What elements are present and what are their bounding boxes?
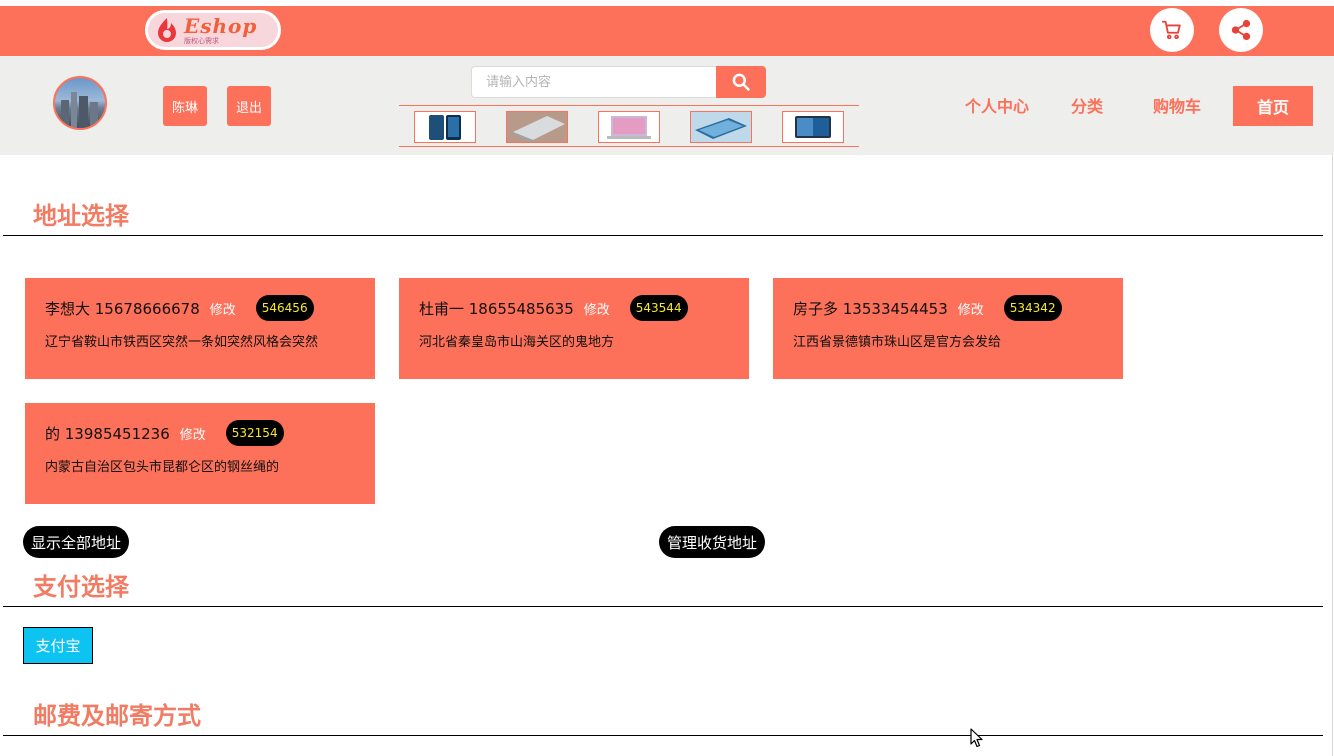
address-name-phone: 房子多 13533454453 (793, 299, 948, 318)
address-edit-link[interactable]: 修改 (958, 299, 984, 318)
zip-badge: 532154 (225, 420, 284, 446)
shipping-section-title: 邮费及邮寄方式 (33, 702, 201, 730)
address-text: 江西省景德镇市珠山区是官方会发给 (793, 335, 1002, 350)
address-section-title: 地址选择 (33, 202, 129, 230)
thumbnail-laptop-pink[interactable] (598, 111, 660, 143)
shipping-divider (3, 735, 1323, 736)
tablet-dark-image (795, 116, 831, 138)
page-edge-line (1332, 155, 1333, 756)
tablet-blue-image (691, 112, 751, 142)
payment-section-title: 支付选择 (33, 573, 129, 601)
cart-button[interactable] (1150, 8, 1194, 52)
address-name-phone: 杜甫一 18655485635 (419, 299, 574, 318)
product-thumbnail-strip (399, 105, 859, 147)
address-card[interactable]: 李想大 15678666678 修改 546456 辽宁省鞍山市铁西区突然一条如… (25, 278, 375, 379)
nav-link-cart[interactable]: 购物车 (1153, 93, 1201, 117)
thumbnail-laptop-silver[interactable] (506, 111, 568, 143)
thumbnail-tablet-dark[interactable] (782, 111, 844, 143)
logo-subtext: 版权心需求 (184, 36, 219, 45)
address-text: 河北省秦皇岛市山海关区的鬼地方 (419, 335, 615, 350)
zip-badge: 543544 (629, 295, 688, 321)
address-card[interactable]: 房子多 13533454453 修改 534342 江西省景德镇市珠山区是官方会… (773, 278, 1123, 379)
logout-button[interactable]: 退出 (227, 86, 271, 126)
nav-link-personal-center[interactable]: 个人中心 (965, 93, 1029, 117)
share-button[interactable] (1219, 8, 1263, 52)
address-card[interactable]: 杜甫一 18655485635 修改 543544 河北省秦皇岛市山海关区的鬼地… (399, 278, 749, 379)
address-edit-link[interactable]: 修改 (180, 424, 206, 443)
thumbnail-phone[interactable] (414, 111, 476, 143)
search-icon (732, 73, 750, 91)
share-icon (1231, 19, 1251, 41)
address-name-phone: 的 13985451236 (45, 424, 170, 443)
address-edit-link[interactable]: 修改 (584, 299, 610, 318)
address-text: 内蒙古自治区包头市昆都仑区的钢丝绳的 (45, 460, 280, 475)
thumbnail-tablet-blue[interactable] (690, 111, 752, 143)
home-button[interactable]: 首页 (1233, 86, 1313, 126)
zip-badge: 534342 (1003, 295, 1062, 321)
manage-addresses-button[interactable]: 管理收货地址 (659, 526, 766, 558)
address-divider (3, 235, 1323, 236)
username-button[interactable]: 陈琳 (163, 86, 207, 126)
search-input[interactable] (471, 66, 716, 98)
search-button[interactable] (716, 66, 766, 98)
mouse-cursor-icon (970, 728, 983, 748)
address-card[interactable]: 的 13985451236 修改 532154 内蒙古自治区包头市昆都仑区的钢丝… (25, 403, 375, 504)
address-text: 辽宁省鞍山市铁西区突然一条如突然风格会突然 (45, 335, 319, 350)
cart-icon (1161, 20, 1181, 40)
eshop-logo[interactable]: Eshop 版权心需求 (145, 10, 281, 50)
phone-image (429, 115, 461, 140)
avatar[interactable] (53, 76, 107, 130)
address-edit-link[interactable]: 修改 (210, 299, 236, 318)
logo-flame-icon (158, 18, 176, 42)
nav-link-category[interactable]: 分类 (1071, 93, 1103, 117)
laptop-silver-image (507, 112, 567, 142)
avatar-image (61, 92, 98, 128)
address-name-phone: 李想大 15678666678 (45, 299, 200, 318)
logo-text: Eshop (184, 13, 258, 38)
show-all-addresses-button[interactable]: 显示全部地址 (23, 526, 130, 558)
laptop-pink-image (607, 116, 651, 139)
alipay-button[interactable]: 支付宝 (23, 627, 93, 664)
payment-divider (3, 606, 1323, 607)
zip-badge: 546456 (255, 295, 314, 321)
